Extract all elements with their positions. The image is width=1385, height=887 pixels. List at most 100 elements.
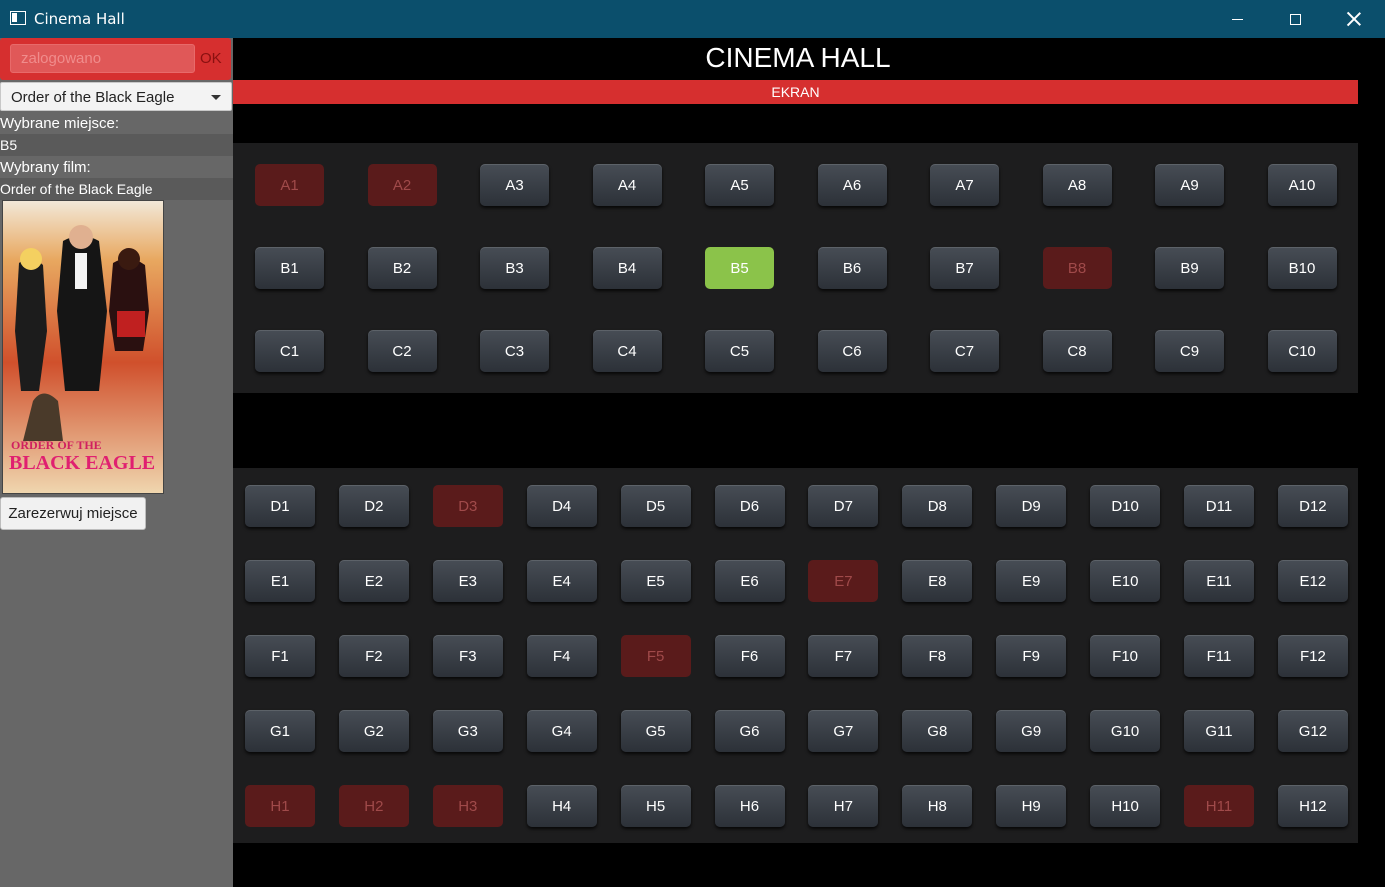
seat-c2[interactable]: C2 bbox=[367, 330, 437, 372]
seat-d3[interactable]: D3 bbox=[432, 485, 503, 527]
seat-g10[interactable]: G10 bbox=[1090, 710, 1161, 752]
seat-a7[interactable]: A7 bbox=[930, 164, 999, 206]
seat-e5[interactable]: E5 bbox=[620, 560, 691, 602]
reserve-seat-button[interactable]: Zarezerwuj miejsce bbox=[0, 497, 146, 530]
seat-c10[interactable]: C10 bbox=[1267, 330, 1337, 372]
seat-h8[interactable]: H8 bbox=[902, 785, 973, 827]
seat-a10[interactable]: A10 bbox=[1267, 164, 1337, 206]
seat-f8[interactable]: F8 bbox=[902, 635, 973, 677]
seat-f1[interactable]: F1 bbox=[245, 635, 315, 677]
seat-c5[interactable]: C5 bbox=[705, 330, 774, 372]
seat-a3[interactable]: A3 bbox=[480, 164, 549, 206]
seat-h7[interactable]: H7 bbox=[808, 785, 879, 827]
seat-b4[interactable]: B4 bbox=[592, 247, 662, 289]
seat-d8[interactable]: D8 bbox=[902, 485, 973, 527]
seat-b1[interactable]: B1 bbox=[255, 247, 324, 289]
seat-f4[interactable]: F4 bbox=[526, 635, 597, 677]
seat-panel-bottom: D1 D2 D3 D4 D5 D6 D7 D8 D9 D10 D11 D12 E1 E2 E3 E4 E5 E6 E… bbox=[233, 468, 1358, 843]
seat-a8[interactable]: A8 bbox=[1042, 164, 1112, 206]
seat-h10[interactable]: H10 bbox=[1090, 785, 1161, 827]
seat-f11[interactable]: F11 bbox=[1184, 635, 1254, 677]
seat-c8[interactable]: C8 bbox=[1042, 330, 1112, 372]
seat-e11[interactable]: E11 bbox=[1184, 560, 1254, 602]
seat-a2[interactable]: A2 bbox=[367, 164, 437, 206]
seat-h1[interactable]: H1 bbox=[245, 785, 315, 827]
seat-g11[interactable]: G11 bbox=[1184, 710, 1254, 752]
seat-h6[interactable]: H6 bbox=[714, 785, 785, 827]
seat-h4[interactable]: H4 bbox=[526, 785, 597, 827]
seat-e1[interactable]: E1 bbox=[245, 560, 315, 602]
seat-f7[interactable]: F7 bbox=[808, 635, 879, 677]
seat-g7[interactable]: G7 bbox=[808, 710, 879, 752]
seat-f10[interactable]: F10 bbox=[1090, 635, 1161, 677]
seat-f9[interactable]: F9 bbox=[996, 635, 1067, 677]
seat-h5[interactable]: H5 bbox=[620, 785, 691, 827]
film-select[interactable]: Order of the Black Eagle bbox=[0, 82, 232, 111]
seat-f5[interactable]: F5 bbox=[620, 635, 691, 677]
seat-c9[interactable]: C9 bbox=[1155, 330, 1224, 372]
seat-f2[interactable]: F2 bbox=[338, 635, 409, 677]
seat-d12[interactable]: D12 bbox=[1277, 485, 1348, 527]
seat-c1[interactable]: C1 bbox=[255, 330, 324, 372]
seat-h12[interactable]: H12 bbox=[1277, 785, 1348, 827]
seat-f12[interactable]: F12 bbox=[1277, 635, 1348, 677]
seat-b9[interactable]: B9 bbox=[1155, 247, 1224, 289]
chevron-down-icon bbox=[211, 95, 221, 100]
login-input[interactable] bbox=[10, 44, 195, 73]
seat-e10[interactable]: E10 bbox=[1090, 560, 1161, 602]
seat-e3[interactable]: E3 bbox=[432, 560, 503, 602]
seat-c6[interactable]: C6 bbox=[817, 330, 887, 372]
login-ok-button[interactable]: OK bbox=[200, 50, 222, 67]
seat-g9[interactable]: G9 bbox=[996, 710, 1067, 752]
seat-g6[interactable]: G6 bbox=[714, 710, 785, 752]
seat-d5[interactable]: D5 bbox=[620, 485, 691, 527]
seat-f3[interactable]: F3 bbox=[432, 635, 503, 677]
seat-b5[interactable]: B5 bbox=[705, 247, 774, 289]
seat-g5[interactable]: G5 bbox=[620, 710, 691, 752]
seat-b2[interactable]: B2 bbox=[367, 247, 437, 289]
seat-f6[interactable]: F6 bbox=[714, 635, 785, 677]
seat-a1[interactable]: A1 bbox=[255, 164, 324, 206]
seat-h11[interactable]: H11 bbox=[1184, 785, 1254, 827]
seat-g8[interactable]: G8 bbox=[902, 710, 973, 752]
seat-a6[interactable]: A6 bbox=[817, 164, 887, 206]
seat-h9[interactable]: H9 bbox=[996, 785, 1067, 827]
seat-d7[interactable]: D7 bbox=[808, 485, 879, 527]
seat-g4[interactable]: G4 bbox=[526, 710, 597, 752]
seat-b6[interactable]: B6 bbox=[817, 247, 887, 289]
seat-e7[interactable]: E7 bbox=[808, 560, 879, 602]
seat-e9[interactable]: E9 bbox=[996, 560, 1067, 602]
seat-e6[interactable]: E6 bbox=[714, 560, 785, 602]
seat-b7[interactable]: B7 bbox=[930, 247, 999, 289]
seat-d2[interactable]: D2 bbox=[338, 485, 409, 527]
seat-a4[interactable]: A4 bbox=[592, 164, 662, 206]
seat-e4[interactable]: E4 bbox=[526, 560, 597, 602]
seat-d6[interactable]: D6 bbox=[714, 485, 785, 527]
seat-d10[interactable]: D10 bbox=[1090, 485, 1161, 527]
seat-d4[interactable]: D4 bbox=[526, 485, 597, 527]
seat-d11[interactable]: D11 bbox=[1184, 485, 1254, 527]
seat-b10[interactable]: B10 bbox=[1267, 247, 1337, 289]
seat-a9[interactable]: A9 bbox=[1155, 164, 1224, 206]
seat-g3[interactable]: G3 bbox=[432, 710, 503, 752]
seat-d9[interactable]: D9 bbox=[996, 485, 1067, 527]
maximize-button[interactable] bbox=[1266, 0, 1324, 38]
seat-c3[interactable]: C3 bbox=[480, 330, 549, 372]
seat-b3[interactable]: B3 bbox=[480, 247, 549, 289]
seat-h3[interactable]: H3 bbox=[432, 785, 503, 827]
seat-c7[interactable]: C7 bbox=[930, 330, 999, 372]
seat-e2[interactable]: E2 bbox=[338, 560, 409, 602]
minimize-button[interactable] bbox=[1208, 0, 1266, 38]
seat-d1[interactable]: D1 bbox=[245, 485, 315, 527]
close-button[interactable] bbox=[1325, 0, 1383, 38]
seat-c4[interactable]: C4 bbox=[592, 330, 662, 372]
seat-a5[interactable]: A5 bbox=[705, 164, 774, 206]
seat-h2[interactable]: H2 bbox=[338, 785, 409, 827]
seat-e8[interactable]: E8 bbox=[902, 560, 973, 602]
seat-b8[interactable]: B8 bbox=[1042, 247, 1112, 289]
seat-e12[interactable]: E12 bbox=[1277, 560, 1348, 602]
seat-g12[interactable]: G12 bbox=[1277, 710, 1348, 752]
seat-g2[interactable]: G2 bbox=[338, 710, 409, 752]
seat-g1[interactable]: G1 bbox=[245, 710, 315, 752]
poster-title-line2: BLACK EAGLE bbox=[9, 452, 155, 474]
